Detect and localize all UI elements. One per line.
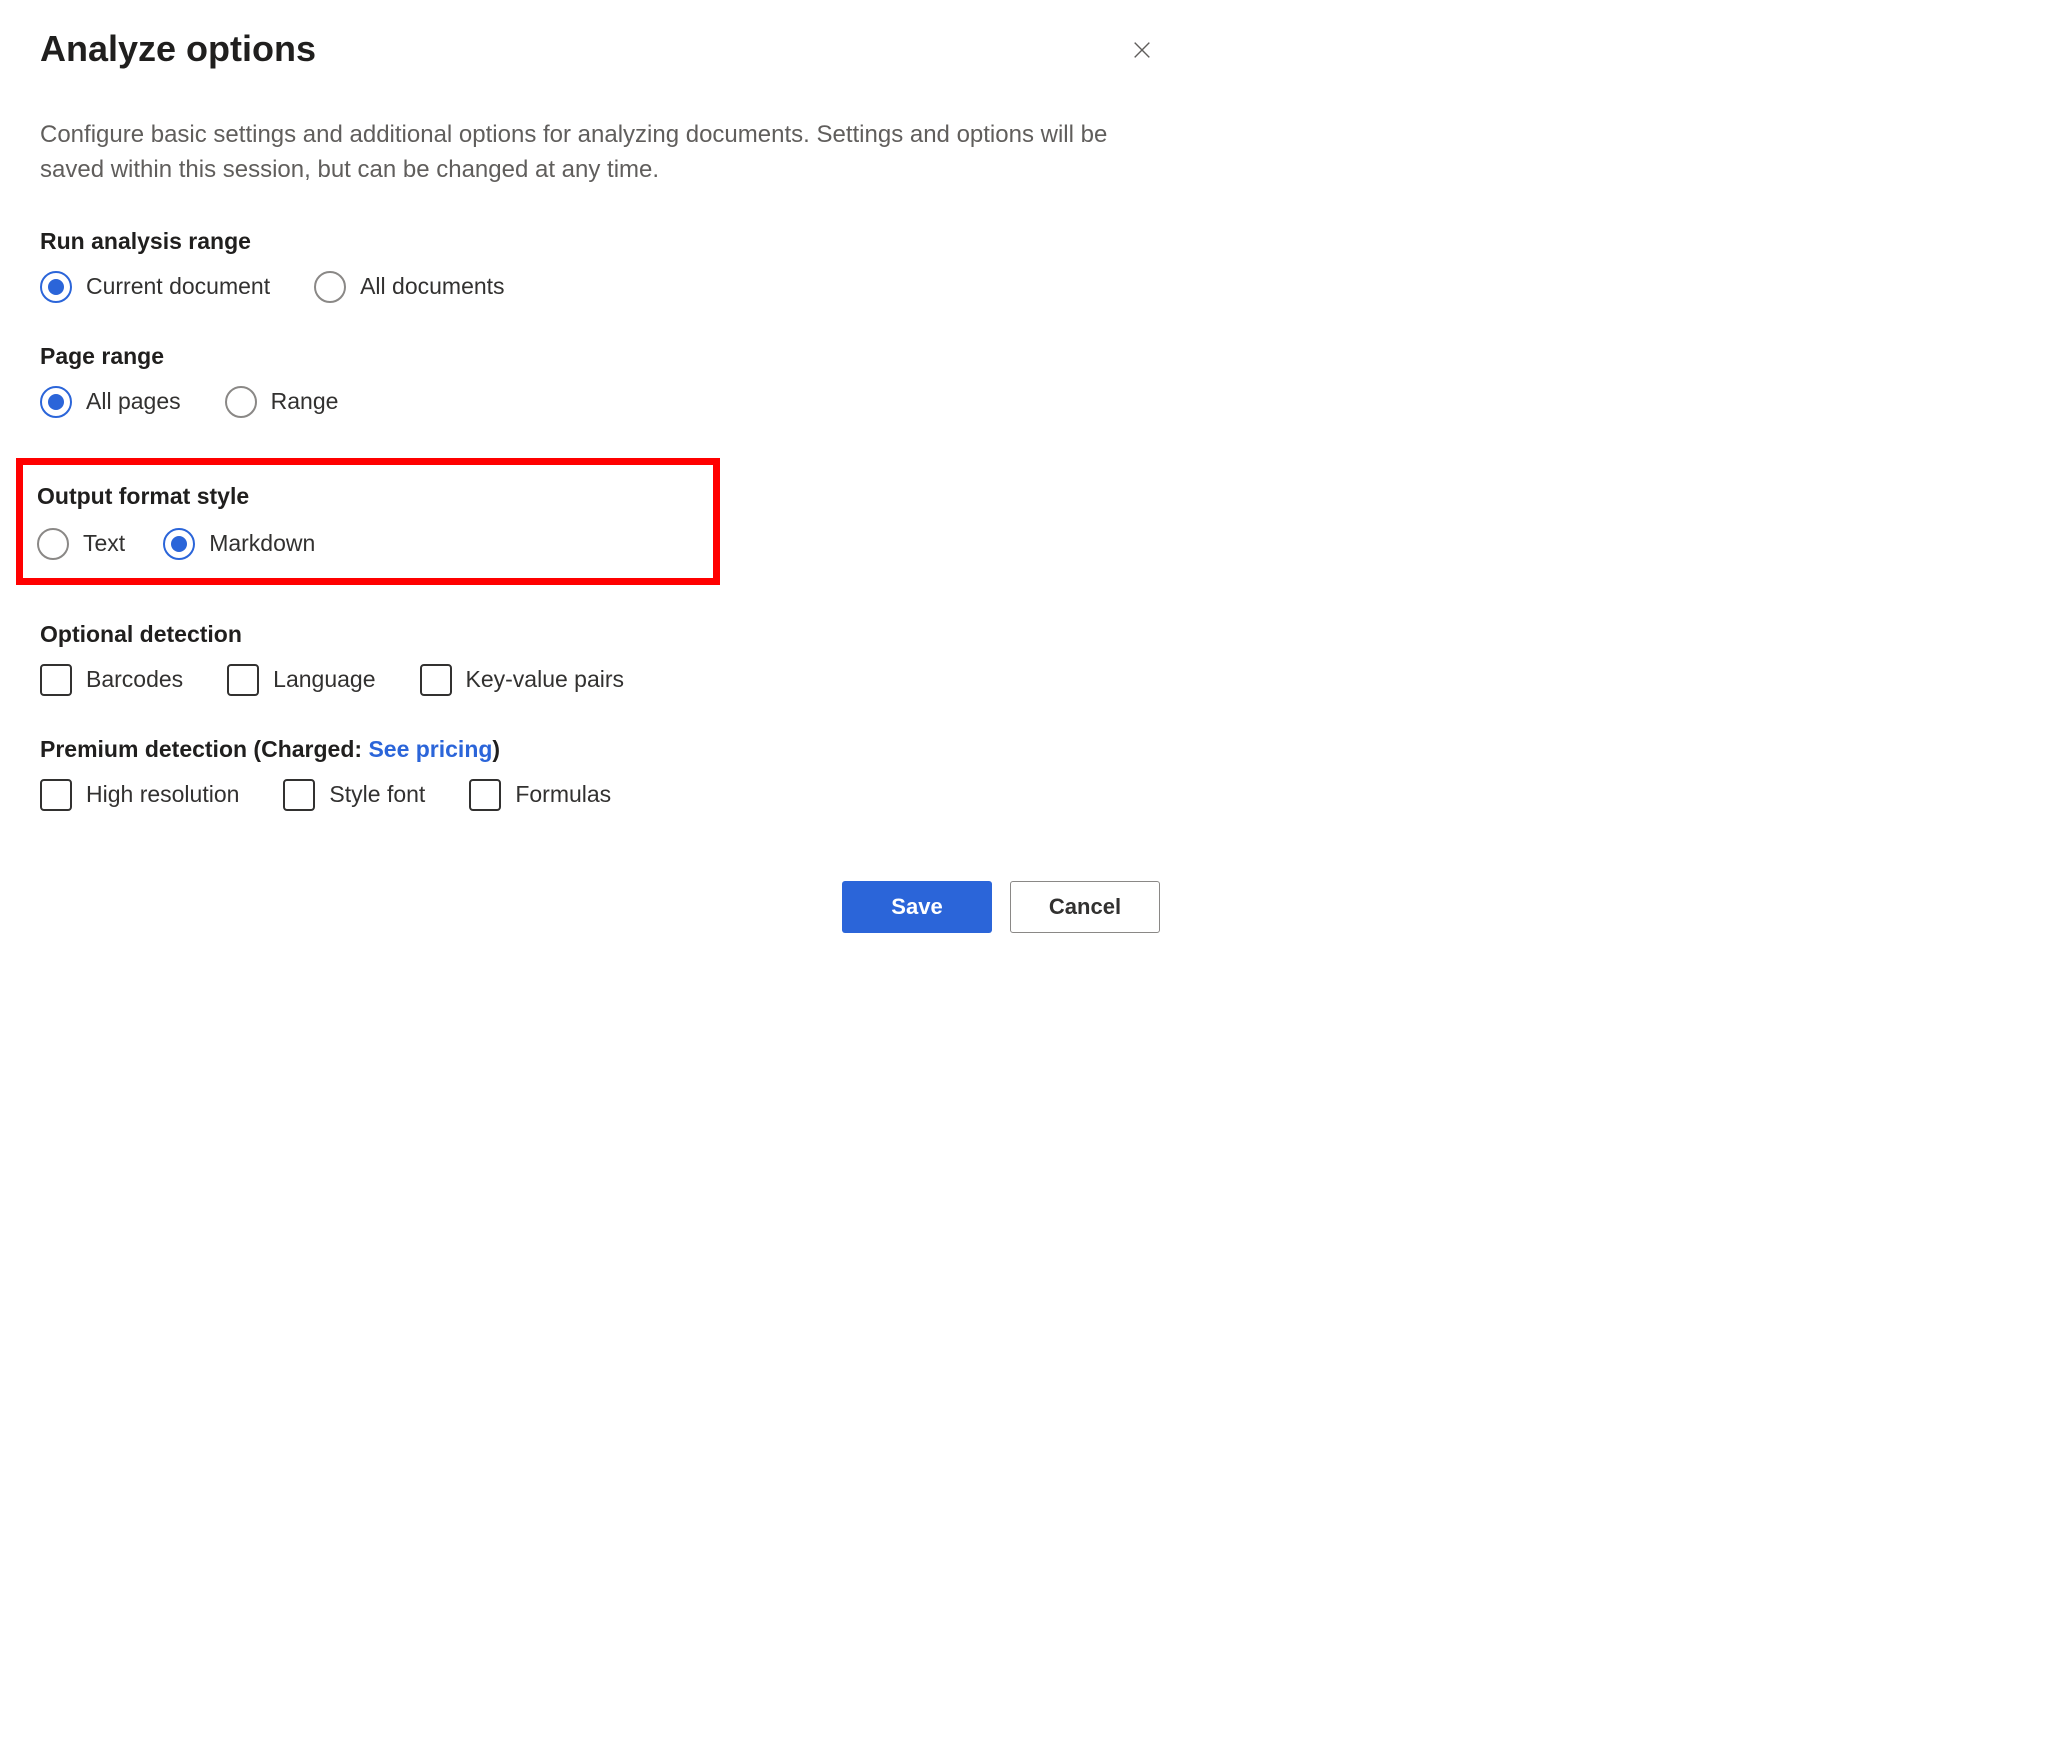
checkbox-label: High resolution xyxy=(86,781,239,808)
checkbox-icon xyxy=(40,664,72,696)
radio-label: Current document xyxy=(86,273,270,300)
optional-detection-options: Barcodes Language Key-value pairs xyxy=(40,664,1160,696)
section-title-premium-detection: Premium detection (Charged: See pricing) xyxy=(40,736,1160,763)
checkbox-style-font[interactable]: Style font xyxy=(283,779,425,811)
dialog-description: Configure basic settings and additional … xyxy=(40,118,1160,188)
radio-all-documents[interactable]: All documents xyxy=(314,271,504,303)
radio-markdown[interactable]: Markdown xyxy=(163,528,315,560)
checkbox-label: Formulas xyxy=(515,781,611,808)
radio-label: Range xyxy=(271,388,339,415)
radio-icon xyxy=(40,271,72,303)
checkbox-label: Language xyxy=(273,666,375,693)
checkbox-icon xyxy=(40,779,72,811)
radio-icon xyxy=(314,271,346,303)
radio-label: Text xyxy=(83,530,125,557)
radio-label: Markdown xyxy=(209,530,315,557)
radio-icon xyxy=(37,528,69,560)
section-page-range: Page range All pages Range xyxy=(40,343,1160,418)
checkbox-language[interactable]: Language xyxy=(227,664,375,696)
radio-all-pages[interactable]: All pages xyxy=(40,386,181,418)
section-title-page-range: Page range xyxy=(40,343,1160,370)
close-icon xyxy=(1131,39,1153,61)
checkbox-label: Barcodes xyxy=(86,666,183,693)
section-output-format: Output format style Text Markdown xyxy=(37,483,699,560)
radio-icon xyxy=(163,528,195,560)
section-premium-detection: Premium detection (Charged: See pricing)… xyxy=(40,736,1160,811)
section-optional-detection: Optional detection Barcodes Language Key… xyxy=(40,621,1160,696)
premium-title-suffix: ) xyxy=(492,736,500,762)
run-analysis-options: Current document All documents xyxy=(40,271,1160,303)
checkbox-high-resolution[interactable]: High resolution xyxy=(40,779,239,811)
radio-current-document[interactable]: Current document xyxy=(40,271,270,303)
close-button[interactable] xyxy=(1128,36,1156,64)
dialog-footer: Save Cancel xyxy=(40,881,1160,933)
checkbox-icon xyxy=(420,664,452,696)
radio-icon xyxy=(40,386,72,418)
checkbox-barcodes[interactable]: Barcodes xyxy=(40,664,183,696)
radio-label: All documents xyxy=(360,273,504,300)
section-run-analysis-range: Run analysis range Current document All … xyxy=(40,228,1160,303)
cancel-button[interactable]: Cancel xyxy=(1010,881,1160,933)
dialog-title: Analyze options xyxy=(40,28,1160,70)
radio-label: All pages xyxy=(86,388,181,415)
page-range-options: All pages Range xyxy=(40,386,1160,418)
analyze-options-dialog: Analyze options Configure basic settings… xyxy=(0,0,1200,973)
premium-title-prefix: Premium detection (Charged: xyxy=(40,736,368,762)
checkbox-icon xyxy=(227,664,259,696)
premium-detection-options: High resolution Style font Formulas xyxy=(40,779,1160,811)
output-format-options: Text Markdown xyxy=(37,528,699,560)
highlight-output-format: Output format style Text Markdown xyxy=(16,458,720,585)
checkbox-label: Key-value pairs xyxy=(466,666,625,693)
save-button[interactable]: Save xyxy=(842,881,992,933)
radio-range[interactable]: Range xyxy=(225,386,339,418)
section-title-run-analysis: Run analysis range xyxy=(40,228,1160,255)
checkbox-formulas[interactable]: Formulas xyxy=(469,779,611,811)
radio-icon xyxy=(225,386,257,418)
section-title-output-format: Output format style xyxy=(37,483,699,510)
checkbox-label: Style font xyxy=(329,781,425,808)
checkbox-icon xyxy=(469,779,501,811)
radio-text[interactable]: Text xyxy=(37,528,125,560)
section-title-optional-detection: Optional detection xyxy=(40,621,1160,648)
checkbox-icon xyxy=(283,779,315,811)
checkbox-key-value-pairs[interactable]: Key-value pairs xyxy=(420,664,625,696)
see-pricing-link[interactable]: See pricing xyxy=(368,736,492,762)
